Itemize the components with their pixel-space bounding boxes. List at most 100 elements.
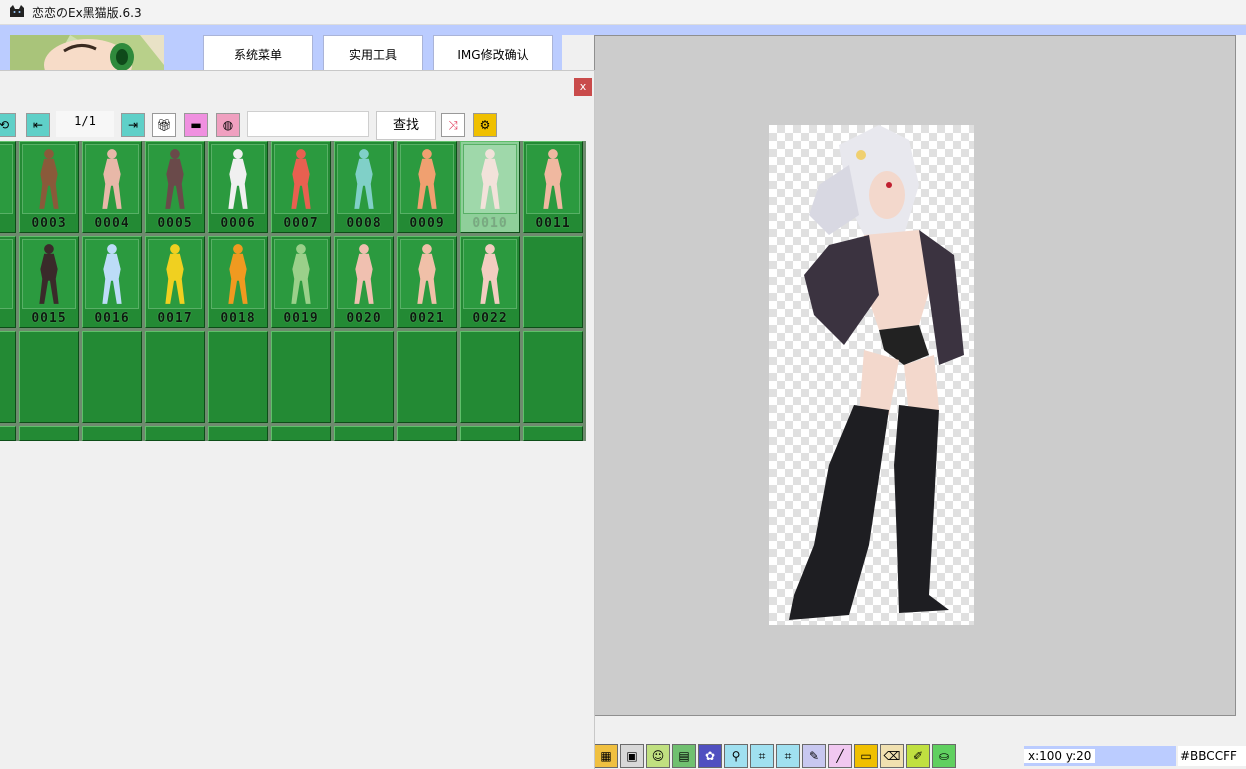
skin-preview [463,239,517,309]
bottom-toolbar: ▦ ▣ ☺ ▤ ✿ ⚲ ⌗ ⌗ ✎ ╱ ▭ ⌫ ✐ ⛀ [594,744,956,768]
figure-shape [228,244,248,304]
grid-cell[interactable]: 0009 [397,141,457,233]
grid-cell[interactable] [19,331,79,423]
img-confirm-button[interactable]: IMG修改确认 [433,35,553,70]
line-icon[interactable]: ╱ [828,744,852,768]
skin-preview [148,144,202,214]
figure-shape [291,149,311,209]
figure-shape [480,244,500,304]
film-icon[interactable]: ▣ [620,744,644,768]
grid-cell[interactable] [145,331,205,423]
cell-number: 0010 [472,216,508,231]
palette-tool-icon[interactable]: ▦ [594,744,618,768]
grid-cell[interactable]: 0003 [19,141,79,233]
bucket-icon[interactable]: ⛀ [932,744,956,768]
npk-icon[interactable]: ▬ [184,113,208,137]
path-icon[interactable]: ⌗ [750,744,774,768]
export-icon[interactable]: ⇥ [121,113,145,137]
rectangle-icon[interactable]: ▭ [854,744,878,768]
grid-cell[interactable] [0,331,16,423]
cat-icon[interactable]: ☺ [646,744,670,768]
palette-dialog: x ⟲ ⇤ 1/1 ⇥ 🎁︎ ▬ ◍ 查找 ⤨ ⚙ 2 0003 0004 0005 0… [0,70,595,769]
cell-number: 2 [0,216,15,231]
x-label: x: [1028,749,1040,763]
globe-icon[interactable]: ◍ [216,113,240,137]
grid-cell[interactable]: 0018 [208,236,268,328]
grid-cell[interactable] [208,426,268,441]
eraser-icon[interactable]: ⌫ [880,744,904,768]
grid-cell[interactable] [397,331,457,423]
find-button[interactable]: 查找 [376,111,436,140]
grid-cell[interactable] [523,236,583,328]
grid-cell[interactable] [19,426,79,441]
skin-preview [274,239,328,309]
grid-cell[interactable]: 0011 [523,141,583,233]
grid-cell[interactable] [271,331,331,423]
grid-cell[interactable] [82,426,142,441]
grid-cell[interactable]: 4 [0,236,16,328]
grid-cell[interactable] [460,331,520,423]
grid-cell[interactable] [460,426,520,441]
grid-cell[interactable]: 0021 [397,236,457,328]
cell-number: 0004 [94,216,130,231]
page-indicator: 1/1 [56,111,114,137]
grid-cell[interactable] [271,426,331,441]
grid-cell[interactable] [0,426,16,441]
grid-cell[interactable] [523,426,583,441]
shuffle-icon[interactable]: ⤨ [441,113,465,137]
cell-number: 0005 [157,216,193,231]
tools-menu-button[interactable]: 实用工具 [323,35,423,70]
grid-cell[interactable]: 0016 [82,236,142,328]
import-icon[interactable]: ⇤ [26,113,50,137]
gear-icon[interactable]: ⚙ [473,113,497,137]
skin-preview [22,144,76,214]
grid-cell[interactable] [208,331,268,423]
figure-silhouette [417,244,437,304]
flower-icon[interactable]: ✿ [698,744,722,768]
cell-number: 0018 [220,311,256,326]
skin-preview [337,239,391,309]
grid-cell[interactable] [523,331,583,423]
gift-icon[interactable]: 🎁︎ [152,113,176,137]
figure-shape [39,244,59,304]
grid-cell[interactable] [334,331,394,423]
refresh-icon[interactable]: ⟲ [0,113,16,137]
grid-cell[interactable] [82,331,142,423]
figure-shape [354,244,374,304]
crop-icon[interactable]: ⌗ [776,744,800,768]
character-sprite[interactable] [769,125,974,625]
avatar [10,35,164,71]
grid-cell[interactable] [145,426,205,441]
grid-cell[interactable]: 0004 [82,141,142,233]
pencil-icon[interactable]: ✎ [802,744,826,768]
grid-cell[interactable] [397,426,457,441]
grid-cell[interactable]: 2 [0,141,16,233]
grid-cell[interactable]: 0022 [460,236,520,328]
figure-silhouette [480,244,500,304]
system-menu-button[interactable]: 系统菜单 [203,35,313,70]
search-input[interactable] [247,111,369,137]
close-icon[interactable]: x [574,78,592,96]
figure-shape [165,149,185,209]
grid-cell[interactable]: 0008 [334,141,394,233]
grid-cell[interactable]: 0020 [334,236,394,328]
grid-cell[interactable]: 0017 [145,236,205,328]
grid-cell[interactable]: 0007 [271,141,331,233]
skin-preview [463,144,517,214]
frames-icon[interactable]: ▤ [672,744,696,768]
skin-preview [400,144,454,214]
eyedropper-icon[interactable]: ✐ [906,744,930,768]
skin-preview [0,239,13,309]
grid-cell[interactable] [334,426,394,441]
window-title: 恋恋のEx黑猫版.6.3 [32,6,142,20]
grid-cell[interactable]: 0005 [145,141,205,233]
grid-cell[interactable]: 0010 [460,141,520,233]
skin-preview [211,144,265,214]
grid-cell[interactable]: 0015 [19,236,79,328]
grid-cell[interactable]: 0006 [208,141,268,233]
zoom-icon[interactable]: ⚲ [724,744,748,768]
grid-cell[interactable]: 0019 [271,236,331,328]
y-label: y: [1065,749,1077,763]
skin-preview [211,239,265,309]
figure-silhouette [228,244,248,304]
